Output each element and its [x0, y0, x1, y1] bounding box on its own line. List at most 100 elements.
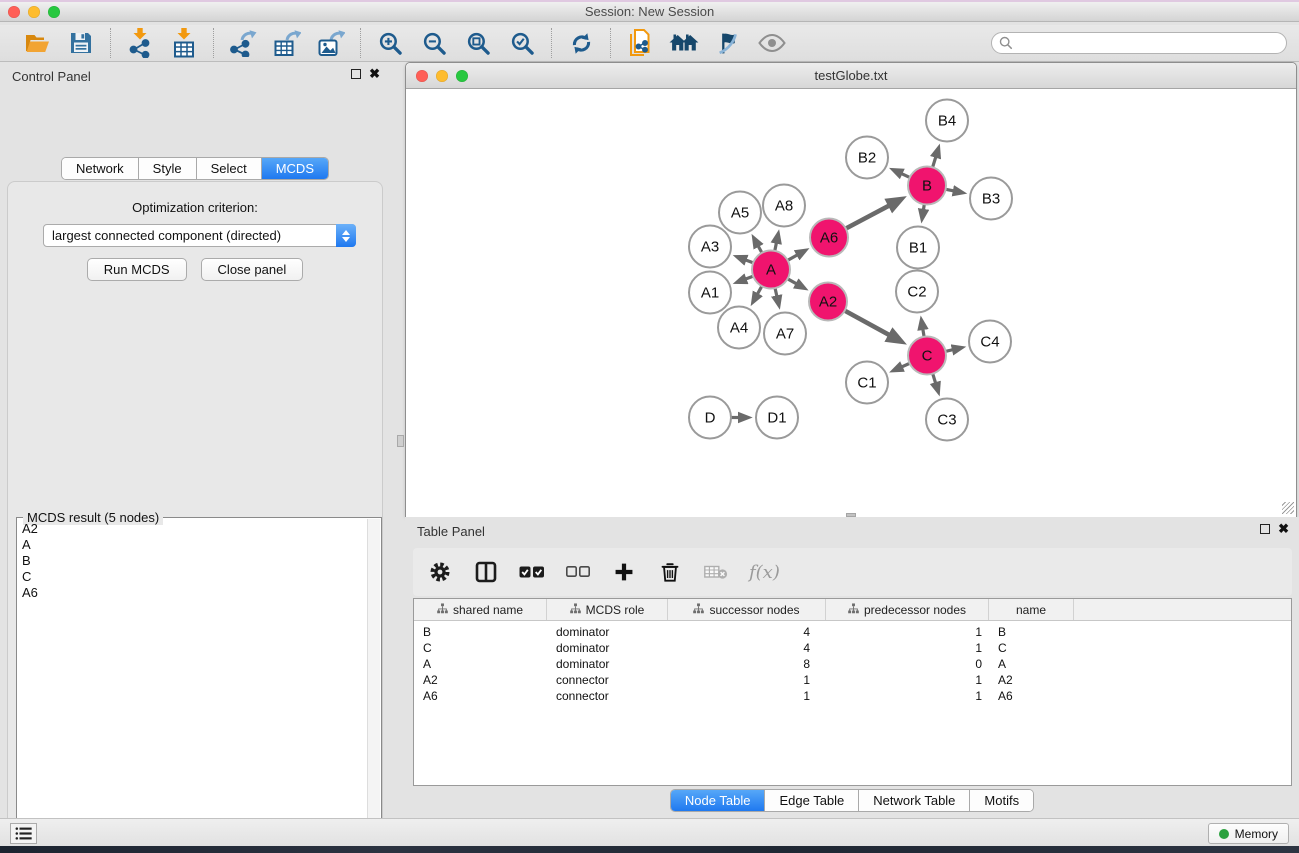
split-view-icon[interactable]: [473, 557, 499, 587]
result-scrollbar[interactable]: [367, 519, 380, 852]
result-list-item[interactable]: C: [18, 569, 367, 585]
table-cell[interactable]: B: [414, 624, 547, 640]
hide-annotations-icon[interactable]: [711, 28, 745, 58]
node-B[interactable]: B: [908, 167, 946, 205]
close-table-panel-icon[interactable]: ✖: [1278, 524, 1289, 534]
node-B2[interactable]: B2: [846, 137, 888, 179]
node-A6[interactable]: A6: [810, 219, 848, 257]
table-cell[interactable]: C: [414, 640, 547, 656]
node-A8[interactable]: A8: [763, 185, 805, 227]
table-cell[interactable]: 8: [668, 656, 826, 672]
home-icon[interactable]: [667, 28, 701, 58]
minimize-network-window-icon[interactable]: [436, 70, 448, 82]
table-cell[interactable]: A6: [414, 688, 547, 704]
tab-network[interactable]: Network: [62, 158, 139, 179]
zoom-selected-icon[interactable]: [505, 28, 539, 58]
float-table-panel-icon[interactable]: [1260, 524, 1270, 534]
close-panel-button[interactable]: Close panel: [201, 258, 304, 281]
table-cell[interactable]: 1: [668, 672, 826, 688]
network-window-titlebar[interactable]: testGlobe.txt: [406, 63, 1296, 89]
delete-table-icon[interactable]: [703, 557, 729, 587]
node-B4[interactable]: B4: [926, 100, 968, 142]
network-from-file-icon[interactable]: [623, 28, 657, 58]
memory-button[interactable]: Memory: [1208, 823, 1289, 844]
result-list-item[interactable]: A2: [18, 521, 367, 537]
save-session-icon[interactable]: [64, 28, 98, 58]
result-list-item[interactable]: B: [18, 553, 367, 569]
edge-A6-B[interactable]: [844, 205, 891, 230]
mcds-result-list[interactable]: A2ABCA6: [18, 521, 367, 852]
node-A5[interactable]: A5: [719, 192, 761, 234]
table-cell[interactable]: 1: [826, 672, 989, 688]
table-cell[interactable]: connector: [547, 672, 668, 688]
network-canvas[interactable]: B4B2BB3A5A8A6A3B1AA1C2A2A4A7C4CC1C3DD1: [406, 89, 1296, 517]
criterion-select[interactable]: largest connected component (directed): [43, 224, 356, 247]
node-C[interactable]: C: [908, 337, 946, 375]
zoom-fit-icon[interactable]: [461, 28, 495, 58]
close-window-icon[interactable]: [8, 6, 20, 18]
node-A2[interactable]: A2: [809, 283, 847, 321]
table-cell[interactable]: 4: [668, 640, 826, 656]
maximize-network-window-icon[interactable]: [456, 70, 468, 82]
column-header-mcds-role[interactable]: MCDS role: [547, 599, 668, 620]
tab-network-table[interactable]: Network Table: [859, 790, 970, 811]
search-input[interactable]: [991, 32, 1287, 54]
result-list-item[interactable]: A6: [18, 585, 367, 601]
tab-edge-table[interactable]: Edge Table: [765, 790, 859, 811]
edge-A2-C[interactable]: [843, 310, 891, 336]
table-cell[interactable]: A2: [414, 672, 547, 688]
open-session-icon[interactable]: [20, 28, 54, 58]
run-mcds-button[interactable]: Run MCDS: [87, 258, 187, 281]
node-A[interactable]: A: [752, 251, 790, 289]
result-list-item[interactable]: A: [18, 537, 367, 553]
tab-motifs[interactable]: Motifs: [970, 790, 1033, 811]
tab-node-table[interactable]: Node Table: [671, 790, 766, 811]
show-graphics-details-icon[interactable]: [755, 28, 789, 58]
node-D[interactable]: D: [689, 397, 731, 439]
table-cell[interactable]: 1: [826, 640, 989, 656]
select-all-columns-icon[interactable]: [519, 557, 545, 587]
function-builder-icon[interactable]: f(x): [749, 557, 780, 587]
table-row[interactable]: Bdominator41B: [414, 621, 1291, 640]
table-cell[interactable]: C: [989, 640, 1074, 656]
node-A7[interactable]: A7: [764, 313, 806, 355]
node-B1[interactable]: B1: [897, 227, 939, 269]
table-cell[interactable]: dominator: [547, 624, 668, 640]
table-cell[interactable]: dominator: [547, 640, 668, 656]
column-header-successor-nodes[interactable]: successor nodes: [668, 599, 826, 620]
zoom-out-icon[interactable]: [417, 28, 451, 58]
node-C3[interactable]: C3: [926, 399, 968, 441]
add-column-icon[interactable]: [611, 557, 637, 587]
settings-gear-icon[interactable]: [427, 557, 453, 587]
table-cell[interactable]: A: [989, 656, 1074, 672]
close-network-window-icon[interactable]: [416, 70, 428, 82]
float-panel-icon[interactable]: [351, 69, 361, 79]
table-row[interactable]: A2connector11A2: [414, 672, 1291, 688]
maximize-window-icon[interactable]: [48, 6, 60, 18]
refresh-icon[interactable]: [564, 28, 598, 58]
close-panel-icon[interactable]: ✖: [369, 69, 380, 79]
column-header-name[interactable]: name: [989, 599, 1074, 620]
tab-mcds[interactable]: MCDS: [262, 158, 328, 179]
delete-column-icon[interactable]: [657, 557, 683, 587]
node-C1[interactable]: C1: [846, 362, 888, 404]
node-C4[interactable]: C4: [969, 321, 1011, 363]
table-cell[interactable]: dominator: [547, 656, 668, 672]
network-graph[interactable]: B4B2BB3A5A8A6A3B1AA1C2A2A4A7C4CC1C3DD1: [406, 89, 1296, 517]
table-cell[interactable]: 4: [668, 624, 826, 640]
table-cell[interactable]: connector: [547, 688, 668, 704]
zoom-in-icon[interactable]: [373, 28, 407, 58]
node-D1[interactable]: D1: [756, 397, 798, 439]
tab-select[interactable]: Select: [197, 158, 262, 179]
export-network-icon[interactable]: [226, 28, 260, 58]
table-cell[interactable]: A6: [989, 688, 1074, 704]
node-A1[interactable]: A1: [689, 272, 731, 314]
tab-style[interactable]: Style: [139, 158, 197, 179]
table-row[interactable]: Adominator80A: [414, 656, 1291, 672]
node-C2[interactable]: C2: [896, 271, 938, 313]
minimize-window-icon[interactable]: [28, 6, 40, 18]
import-network-icon[interactable]: [123, 28, 157, 58]
table-cell[interactable]: 1: [668, 688, 826, 704]
column-header-shared-name[interactable]: shared name: [414, 599, 547, 620]
unselect-all-columns-icon[interactable]: [565, 557, 591, 587]
